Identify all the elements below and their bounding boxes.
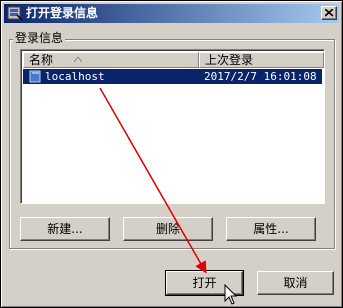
- mouse-cursor-icon: [224, 284, 238, 305]
- cancel-button[interactable]: 取消: [257, 271, 334, 295]
- new-button[interactable]: 新建...: [20, 217, 110, 241]
- column-header-last-login[interactable]: 上次登录: [199, 52, 324, 68]
- title-bar: 打开登录信息: [4, 4, 339, 23]
- list-header: 名称 上次登录: [23, 52, 324, 68]
- column-label-name: 名称: [29, 53, 54, 67]
- sort-asc-icon: [74, 57, 82, 63]
- properties-button[interactable]: 属性...: [226, 217, 316, 241]
- open-login-dialog: 打开登录信息 登录信息 名称 上次登录 localhost 2017/2/7 1…: [0, 0, 343, 308]
- database-icon: [29, 70, 41, 83]
- close-icon: [325, 9, 334, 17]
- login-list[interactable]: 名称 上次登录 localhost 2017/2/7 16:01:08: [20, 49, 325, 204]
- item-last-login: 2017/2/7 16:01:08: [204, 70, 317, 83]
- column-header-name[interactable]: 名称: [23, 52, 199, 68]
- window-title: 打开登录信息: [26, 6, 99, 20]
- delete-button[interactable]: 删除: [123, 217, 213, 241]
- close-button[interactable]: [321, 6, 337, 20]
- db-connection-icon: [7, 6, 23, 21]
- item-name: localhost: [45, 70, 105, 83]
- column-label-last-login: 上次登录: [205, 53, 254, 67]
- group-label: 登录信息: [13, 31, 66, 45]
- list-item[interactable]: localhost 2017/2/7 16:01:08: [23, 69, 322, 84]
